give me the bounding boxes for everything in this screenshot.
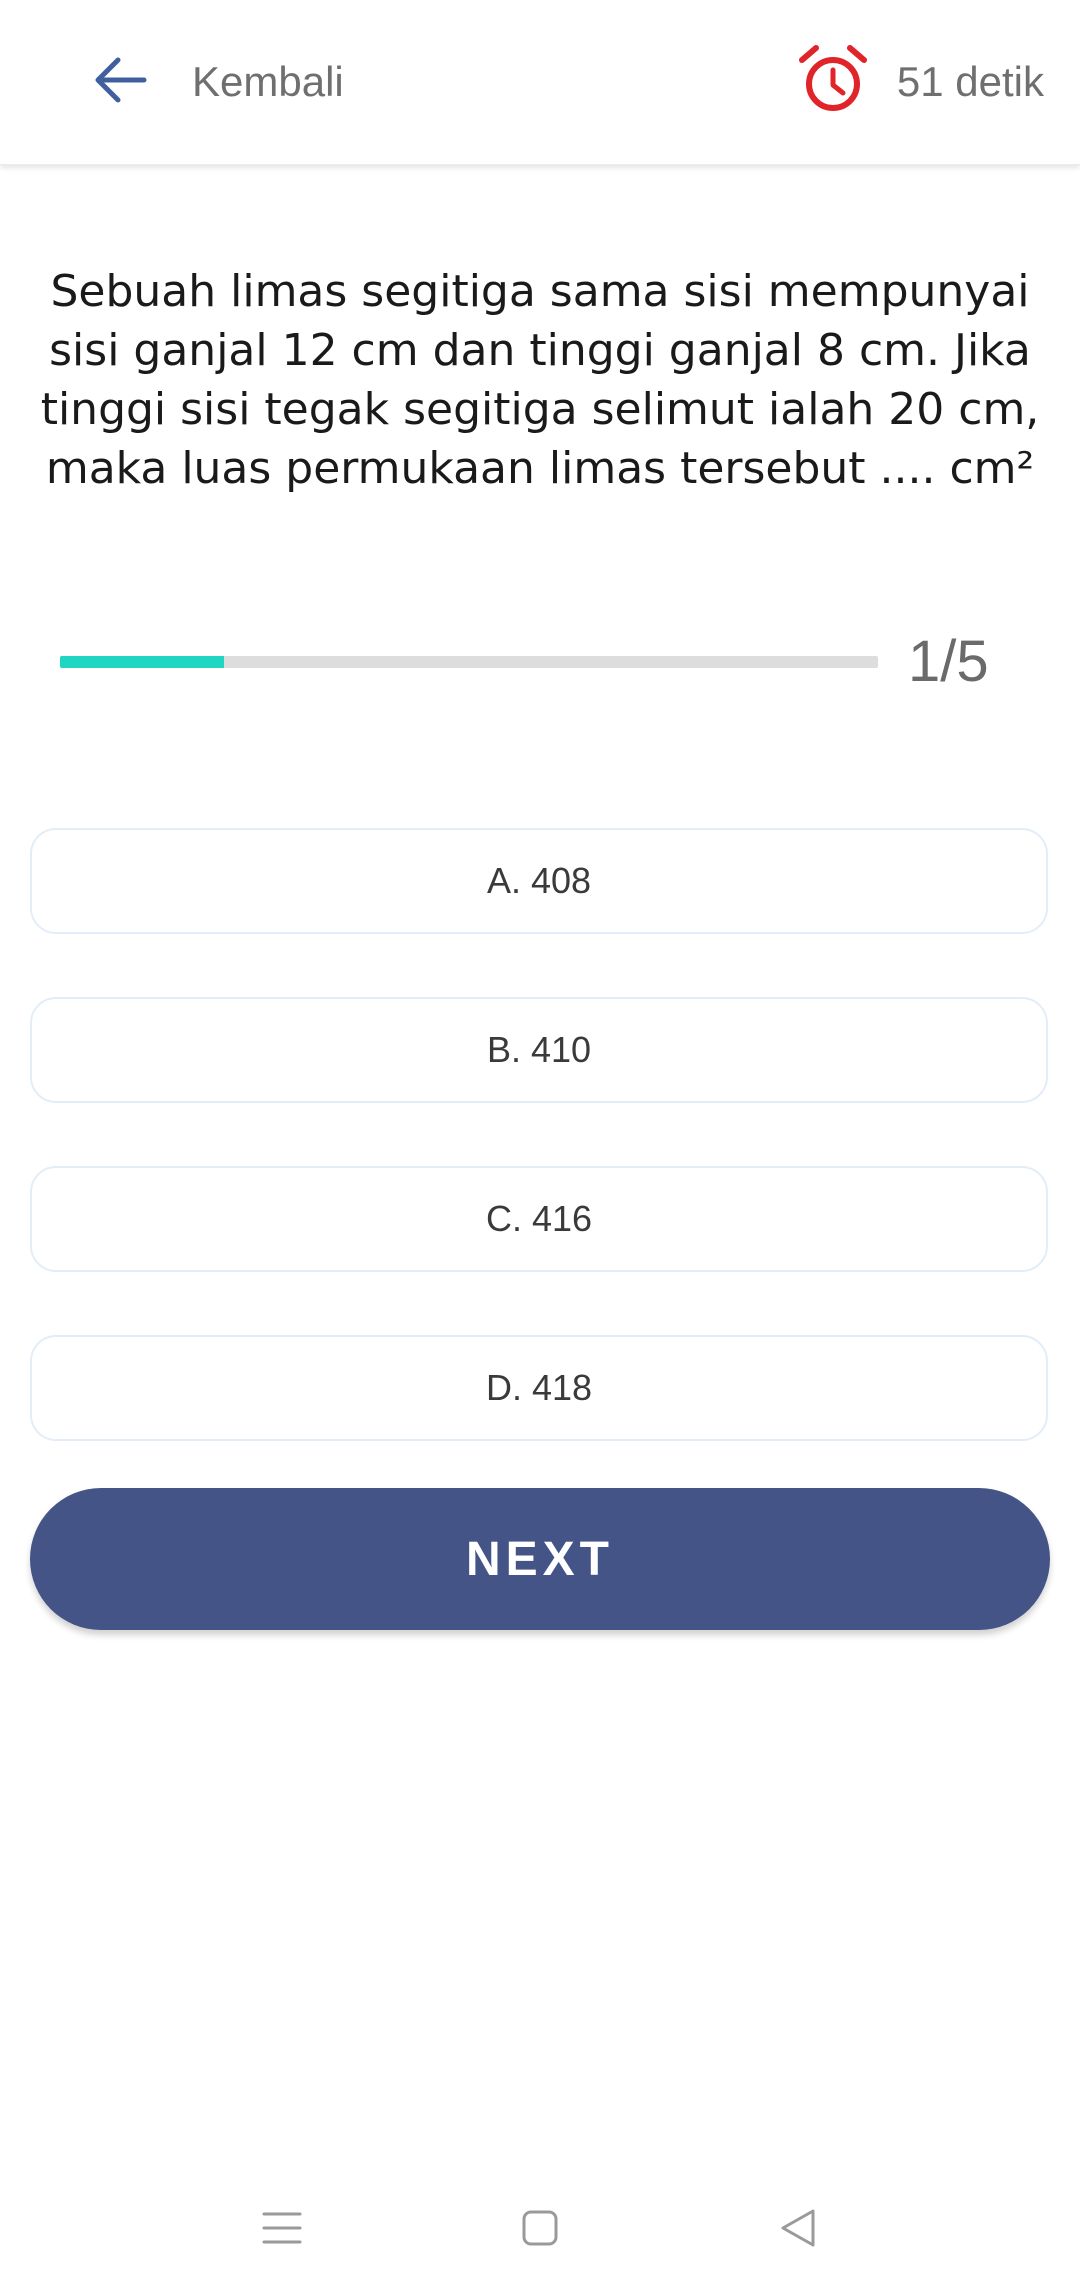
system-back-button[interactable] <box>768 2198 828 2258</box>
progress-bar <box>60 656 878 668</box>
home-icon <box>522 2210 558 2246</box>
timer-countdown: 51 detik <box>896 58 1044 105</box>
question-text: Sebuah limas segitiga sama sisi mempunya… <box>40 266 1040 494</box>
progress-counter: 1/5 <box>908 629 989 694</box>
progress-bar-fill <box>60 656 224 668</box>
arrow-left-icon <box>95 57 147 103</box>
answer-option-b[interactable]: B. 410 <box>30 997 1048 1103</box>
back-button[interactable] <box>88 44 152 116</box>
menu-icon <box>262 2212 302 2244</box>
alarm-clock-icon <box>799 45 867 111</box>
answer-option-d[interactable]: D. 418 <box>30 1335 1048 1441</box>
recent-apps-button[interactable] <box>252 2198 312 2258</box>
back-triangle-icon <box>781 2209 815 2247</box>
answer-option-c[interactable]: C. 416 <box>30 1166 1048 1272</box>
top-app-bar: Kembali 51 detik <box>0 0 1080 165</box>
answer-option-a[interactable]: A. 408 <box>30 828 1048 934</box>
next-button[interactable]: NEXT <box>30 1488 1050 1630</box>
home-button[interactable] <box>510 2198 570 2258</box>
system-navigation-bar <box>0 2170 1080 2289</box>
back-label[interactable]: Kembali <box>192 54 344 110</box>
